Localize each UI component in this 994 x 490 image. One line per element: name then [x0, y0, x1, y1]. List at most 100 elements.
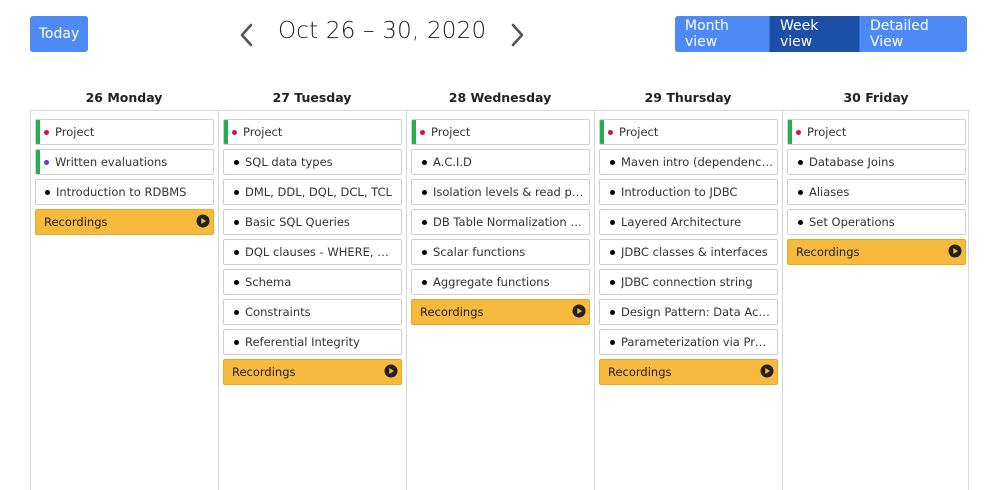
bullet-dot-icon	[422, 189, 427, 195]
event-color-bar	[600, 120, 604, 144]
bullet-dot-icon	[420, 129, 425, 135]
topic-event[interactable]: DQL clauses - WHERE, HAVING	[223, 239, 402, 265]
next-week-chevron-right-icon[interactable]	[505, 20, 529, 50]
event-color-bar	[412, 120, 416, 144]
event-label: Scalar functions	[433, 245, 526, 259]
event-label: Project	[55, 125, 95, 139]
topic-event[interactable]: Scalar functions	[411, 239, 590, 265]
event-label: Constraints	[245, 305, 311, 319]
event-color-bar	[36, 150, 40, 174]
bullet-dot-icon	[234, 249, 239, 255]
bullet-dot-icon	[798, 189, 803, 195]
project-event[interactable]: Project	[787, 119, 966, 145]
project-event[interactable]: Written evaluations	[35, 149, 214, 175]
topic-event[interactable]: Referential Integrity	[223, 329, 402, 355]
day-header: 29 Thursday	[644, 90, 732, 105]
topic-event[interactable]: Maven intro (dependency management)	[599, 149, 778, 175]
previous-week-chevron-left-icon[interactable]	[235, 20, 259, 50]
today-button[interactable]: Today	[30, 16, 88, 52]
bullet-dot-icon	[610, 309, 615, 315]
bullet-dot-icon	[234, 159, 239, 165]
topic-event[interactable]: JDBC classes & interfaces	[599, 239, 778, 265]
bullet-dot-icon	[45, 189, 50, 195]
topic-event[interactable]: Parameterization via Properties	[599, 329, 778, 355]
topic-event[interactable]: A.C.I.D	[411, 149, 590, 175]
topic-event[interactable]: JDBC connection string	[599, 269, 778, 295]
recordings-event[interactable]: Recordings	[787, 239, 966, 265]
project-event[interactable]: Project	[35, 119, 214, 145]
project-event[interactable]: Project	[223, 119, 402, 145]
event-label: Referential Integrity	[245, 335, 360, 349]
month-view-button[interactable]: Month view	[675, 16, 770, 52]
recordings-event[interactable]: Recordings	[223, 359, 402, 385]
bullet-dot-icon	[796, 129, 801, 135]
bullet-dot-icon	[44, 129, 49, 135]
day-header: 26 Monday	[85, 90, 163, 105]
recordings-event[interactable]: Recordings	[411, 299, 590, 325]
topic-event[interactable]: Aggregate functions	[411, 269, 590, 295]
topic-event[interactable]: DB Table Normalization (up to 3NF)	[411, 209, 590, 235]
event-label: Project	[243, 125, 283, 139]
day-column: Project Database Joins Aliases Set Operatio…	[782, 110, 969, 490]
day-column: Project Maven intro (dependency managemen…	[594, 110, 781, 490]
event-label: Introduction to RDBMS	[56, 185, 187, 199]
topic-event[interactable]: Introduction to JDBC	[599, 179, 778, 205]
topic-event[interactable]: DML, DDL, DQL, DCL, TCL	[223, 179, 402, 205]
event-label: Introduction to JDBC	[621, 185, 738, 199]
event-label: DML, DDL, DQL, DCL, TCL	[245, 185, 392, 199]
event-label: Project	[619, 125, 659, 139]
event-label: Aggregate functions	[433, 275, 550, 289]
event-label: Design Pattern: Data Access Object	[621, 305, 777, 319]
event-label: Layered Architecture	[621, 215, 742, 229]
topic-event[interactable]: Set Operations	[787, 209, 966, 235]
bullet-dot-icon	[422, 249, 427, 255]
detailed-view-button[interactable]: Detailed View	[860, 16, 967, 52]
play-icon	[384, 364, 398, 381]
bullet-dot-icon	[232, 129, 237, 135]
date-range-title: Oct 26 – 30, 2020	[278, 18, 487, 44]
topic-event[interactable]: Layered Architecture	[599, 209, 778, 235]
event-label: Isolation levels & read phenomena	[433, 185, 589, 199]
view-switcher: Month view Week view Detailed View	[675, 16, 967, 52]
project-event[interactable]: Project	[411, 119, 590, 145]
week-view-button[interactable]: Week view	[770, 16, 860, 52]
bullet-dot-icon	[234, 219, 239, 225]
event-label: Recordings	[232, 365, 296, 379]
bullet-dot-icon	[44, 159, 49, 165]
event-label: Database Joins	[809, 155, 895, 169]
topic-event[interactable]: Isolation levels & read phenomena	[411, 179, 590, 205]
recordings-event[interactable]: Recordings	[35, 209, 214, 235]
event-color-bar	[788, 120, 792, 144]
event-label: Recordings	[608, 365, 672, 379]
event-label: Project	[807, 125, 847, 139]
play-icon	[572, 304, 586, 321]
event-label: Parameterization via Properties	[621, 335, 777, 349]
topic-event[interactable]: SQL data types	[223, 149, 402, 175]
play-icon	[760, 364, 774, 381]
topic-event[interactable]: Basic SQL Queries	[223, 209, 402, 235]
bullet-dot-icon	[610, 249, 615, 255]
day-header: 30 Friday	[843, 90, 909, 105]
bullet-dot-icon	[798, 159, 803, 165]
project-event[interactable]: Project	[599, 119, 778, 145]
bullet-dot-icon	[610, 159, 615, 165]
event-label: JDBC connection string	[621, 275, 753, 289]
event-label: JDBC classes & interfaces	[621, 245, 768, 259]
play-icon	[948, 244, 962, 261]
event-label: A.C.I.D	[433, 155, 472, 169]
event-color-bar	[224, 120, 228, 144]
bullet-dot-icon	[422, 219, 427, 225]
event-label: Written evaluations	[55, 155, 168, 169]
event-color-bar	[36, 120, 40, 144]
topic-event[interactable]: Database Joins	[787, 149, 966, 175]
topic-event[interactable]: Constraints	[223, 299, 402, 325]
topic-event[interactable]: Introduction to RDBMS	[35, 179, 214, 205]
day-column: Project A.C.I.D Isolation levels & read ph…	[406, 110, 593, 490]
recordings-event[interactable]: Recordings	[599, 359, 778, 385]
bullet-dot-icon	[234, 339, 239, 345]
topic-event[interactable]: Aliases	[787, 179, 966, 205]
bullet-dot-icon	[422, 279, 427, 285]
event-label: Aliases	[809, 185, 850, 199]
topic-event[interactable]: Schema	[223, 269, 402, 295]
topic-event[interactable]: Design Pattern: Data Access Object	[599, 299, 778, 325]
